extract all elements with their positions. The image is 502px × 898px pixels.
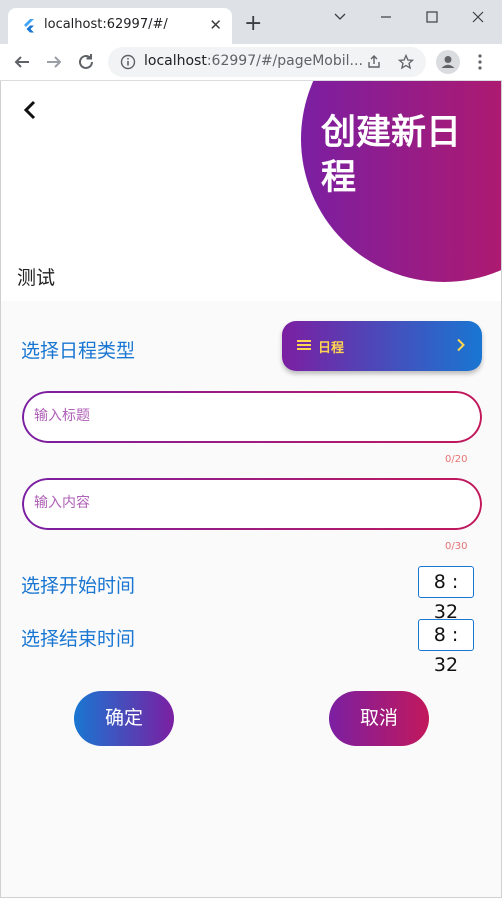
start-time-label: 选择开始时间 <box>21 575 136 597</box>
address-bar[interactable]: localhost:62997/#/pageMobil... <box>108 47 426 77</box>
schedule-type-label: 选择日程类型 <box>21 340 136 362</box>
menu-icon[interactable] <box>472 52 488 72</box>
back-arrow-icon[interactable] <box>10 50 34 74</box>
title-field[interactable] <box>22 391 482 443</box>
profile-icon[interactable] <box>436 50 460 74</box>
page-subtitle: 测试 <box>17 267 56 289</box>
list-icon <box>297 340 311 350</box>
schedule-type-button[interactable]: 日程 <box>282 321 482 371</box>
chevron-right-icon <box>457 338 465 352</box>
content-counter: 0/30 <box>445 541 468 552</box>
content-input[interactable] <box>34 492 454 514</box>
header: 创建新日程 测试 <box>1 81 501 301</box>
close-window-icon[interactable] <box>464 6 492 28</box>
plus-icon[interactable]: + <box>244 13 262 35</box>
info-icon[interactable] <box>120 54 136 70</box>
title-counter: 0/20 <box>445 454 468 465</box>
star-icon[interactable] <box>398 54 414 70</box>
back-icon[interactable] <box>17 97 43 123</box>
share-icon[interactable] <box>366 54 382 70</box>
maximize-icon[interactable] <box>418 6 446 28</box>
reload-icon[interactable] <box>74 50 98 74</box>
chevron-down-icon[interactable] <box>326 6 354 28</box>
browser-toolbar: localhost:62997/#/pageMobil... <box>0 44 502 81</box>
flutter-icon <box>24 19 34 33</box>
confirm-button[interactable]: 确定 <box>74 691 174 746</box>
schedule-type-value: 日程 <box>318 341 345 356</box>
start-time-button[interactable]: 8 : 32 <box>418 566 474 623</box>
forward-arrow-icon[interactable] <box>42 50 66 74</box>
cancel-button[interactable]: 取消 <box>329 691 429 746</box>
end-time-label: 选择结束时间 <box>21 628 136 650</box>
page-title: 创建新日程 <box>321 113 462 198</box>
app-page: 创建新日程 测试 选择日程类型 日程 0/20 0/30 选择开始时间 8 : … <box>0 81 502 898</box>
minimize-icon[interactable] <box>372 6 400 28</box>
tab-title: localhost:62997/#/ <box>44 17 168 32</box>
browser-tabstrip: localhost:62997/#/ ✕ + <box>0 0 502 44</box>
title-input[interactable] <box>34 405 454 427</box>
end-time-button[interactable]: 8 : 32 <box>418 619 474 676</box>
content-field[interactable] <box>22 478 482 530</box>
close-icon[interactable]: ✕ <box>209 16 222 34</box>
browser-tab[interactable]: localhost:62997/#/ ✕ <box>8 8 232 44</box>
url-text: localhost:62997/#/pageMobil... <box>144 53 363 69</box>
